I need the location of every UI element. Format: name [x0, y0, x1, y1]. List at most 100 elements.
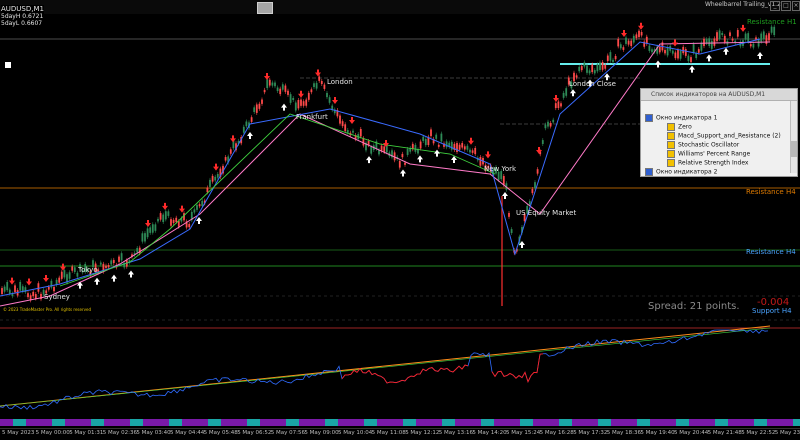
- candle-body: [760, 33, 763, 42]
- indicator-item-zero[interactable]: Zero: [667, 123, 692, 131]
- candle-body: [679, 50, 682, 59]
- candle-body: [261, 99, 263, 104]
- buy-arrow-icon: [128, 270, 134, 278]
- candle-body: [666, 47, 669, 56]
- indicator-window-1[interactable]: Окно индикатора 1: [645, 114, 717, 122]
- buy-arrow-icon: [94, 277, 100, 285]
- candle-body: [146, 228, 149, 238]
- candle-body: [469, 149, 471, 153]
- candle-body: [648, 45, 651, 51]
- candle-body: [6, 281, 9, 291]
- sell-arrow-icon: [9, 277, 15, 285]
- sell-arrow-icon: [672, 39, 678, 47]
- histogram-block: [715, 419, 728, 426]
- candle-body: [370, 146, 373, 154]
- candle-body: [149, 227, 152, 233]
- candle-body: [609, 52, 612, 61]
- histogram-block: [52, 419, 65, 426]
- candle-body: [359, 128, 362, 137]
- time-axis-tick: 5 May 05:48: [203, 430, 238, 436]
- session-label-sydney: Sydney: [44, 293, 70, 301]
- indicator-list-header: Список индикаторов на AUDUSD,M1: [641, 89, 797, 101]
- indicator-list-scrollbar[interactable]: [790, 101, 797, 173]
- sell-arrow-icon: [638, 22, 644, 30]
- histogram-block: [585, 419, 598, 426]
- candle-body: [703, 38, 705, 47]
- histogram-block: [13, 419, 26, 426]
- histogram-block: [273, 419, 286, 426]
- level-lines: [0, 38, 800, 321]
- sell-arrow-icon: [43, 275, 49, 282]
- time-axis: 5 May 2023 5 May 00:00 5 May 01:31 5 May 02…: [0, 428, 800, 440]
- time-axis-tick: 5 May 20:44: [674, 430, 709, 436]
- candle-body: [344, 124, 347, 132]
- buy-arrow-icon: [366, 156, 372, 164]
- candle-body: [596, 64, 599, 72]
- candle-body: [658, 46, 661, 53]
- histogram-block: [598, 419, 611, 426]
- candle-body: [258, 103, 261, 109]
- candle-body: [414, 144, 417, 152]
- candle-body: [19, 281, 22, 291]
- candle-body: [677, 49, 679, 59]
- histogram-block: [741, 419, 754, 426]
- histogram-block: [520, 419, 533, 426]
- time-axis-tick: 5 May 18:36: [606, 430, 642, 436]
- candle-body: [632, 35, 635, 43]
- histogram-block: [364, 419, 377, 426]
- candle-body: [638, 30, 640, 38]
- close-icon[interactable]: ×: [792, 1, 800, 11]
- indicator-list-panel[interactable]: Список индикаторов на AUDUSD,M1 Окно инд…: [640, 88, 798, 177]
- sell-arrow-icon: [213, 163, 219, 171]
- time-axis-tick: 5 May 00:00: [35, 430, 70, 436]
- candle-body: [58, 277, 61, 283]
- oscillator-subwindow[interactable]: [0, 322, 800, 428]
- sell-arrow-icon: [383, 140, 389, 147]
- scrollbar-thumb[interactable]: [791, 141, 797, 157]
- histogram-block: [65, 419, 78, 426]
- histogram-block: [572, 419, 585, 426]
- candle-body: [294, 102, 297, 111]
- chart-window[interactable]: AUDUSD,M1 5dayH 0.6721 5dayL 0.6607 Whee…: [0, 0, 800, 440]
- candle-body: [768, 33, 770, 41]
- sell-arrow-icon: [468, 137, 474, 145]
- candle-body: [419, 141, 422, 149]
- candle-body: [622, 47, 625, 50]
- candle-body: [606, 55, 609, 61]
- sell-arrow-icon: [298, 90, 304, 98]
- candle-body: [625, 37, 627, 44]
- indicator-window-2[interactable]: Окно индикатора 2: [645, 168, 717, 176]
- window-icon: [645, 168, 653, 176]
- candle-body: [612, 59, 614, 63]
- candle-body: [112, 259, 115, 264]
- candle-body: [552, 119, 555, 123]
- histogram-block: [325, 419, 338, 426]
- histogram-block: [39, 419, 52, 426]
- minimize-icon[interactable]: _: [770, 1, 780, 11]
- histogram-block: [754, 419, 767, 426]
- scale-toggle-button[interactable]: [257, 2, 273, 14]
- histogram-block: [611, 419, 624, 426]
- candle-body: [593, 70, 596, 74]
- copyright-text: © 2023 TradeMaster Pro. All rights reser…: [3, 307, 91, 312]
- candle-body: [534, 182, 536, 189]
- indicator-item-stochastic[interactable]: Stochastic Oscillator: [667, 141, 739, 149]
- indicator-item-williams[interactable]: Williams' Percent Range: [667, 150, 750, 158]
- time-axis-tick: 5 May 12:12: [405, 430, 440, 436]
- histogram-block: [650, 419, 663, 426]
- candle-body: [736, 30, 739, 37]
- indicator-item-macd[interactable]: Macd_Support_and_Resistance (2): [667, 132, 781, 140]
- candle-body: [281, 84, 284, 90]
- candle-body: [502, 176, 505, 185]
- maximize-icon[interactable]: □: [781, 1, 791, 11]
- histogram-block: [533, 419, 546, 426]
- candle-body: [684, 49, 687, 56]
- histogram-block: [702, 419, 715, 426]
- candle-body: [198, 204, 201, 207]
- histogram-block: [663, 419, 676, 426]
- indicator-item-rsi[interactable]: Relative Strength Index: [667, 159, 748, 167]
- candle-body: [463, 146, 466, 150]
- candle-body: [339, 115, 341, 124]
- indicator-window-1-label: Окно индикатора 1: [656, 114, 718, 122]
- histogram-block: [78, 419, 91, 426]
